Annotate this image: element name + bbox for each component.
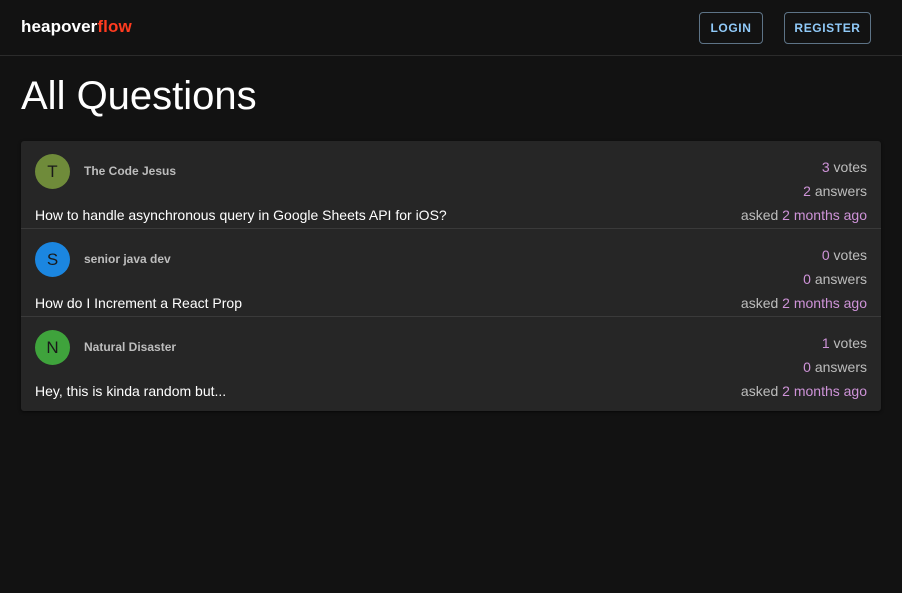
asked-relative-time: 2 months ago bbox=[782, 295, 867, 311]
question-title[interactable]: Hey, this is kinda random but... bbox=[35, 383, 226, 399]
vote-number: 0 bbox=[821, 247, 830, 263]
answer-label: answers bbox=[814, 359, 867, 375]
question-item[interactable]: N Natural Disaster Hey, this is kinda ra… bbox=[21, 317, 881, 411]
asked-prefix: asked bbox=[740, 295, 779, 311]
question-list: T The Code Jesus How to handle asynchron… bbox=[21, 141, 881, 411]
avatar: N bbox=[35, 330, 70, 365]
page-title: All Questions bbox=[21, 74, 257, 118]
asked-time: asked 2 months ago bbox=[741, 383, 867, 399]
question-author[interactable]: The Code Jesus bbox=[84, 164, 176, 178]
answer-count: 0 answers bbox=[803, 271, 867, 287]
question-author[interactable]: senior java dev bbox=[84, 252, 171, 266]
brand-text-accent: flow bbox=[97, 17, 132, 36]
brand-text-primary: heapover bbox=[21, 17, 98, 36]
answer-count: 0 answers bbox=[803, 359, 867, 375]
avatar: T bbox=[35, 154, 70, 189]
question-author[interactable]: Natural Disaster bbox=[84, 340, 176, 354]
vote-number: 1 bbox=[821, 335, 830, 351]
vote-label: votes bbox=[833, 159, 867, 175]
vote-number: 3 bbox=[821, 159, 830, 175]
answer-number: 2 bbox=[803, 183, 811, 199]
asked-prefix: asked bbox=[740, 383, 779, 399]
question-title[interactable]: How to handle asynchronous query in Goog… bbox=[35, 207, 447, 223]
asked-time: asked 2 months ago bbox=[741, 207, 867, 223]
vote-label: votes bbox=[833, 247, 867, 263]
answer-label: answers bbox=[814, 271, 867, 287]
asked-time: asked 2 months ago bbox=[741, 295, 867, 311]
vote-count: 1 votes bbox=[822, 335, 867, 351]
asked-relative-time: 2 months ago bbox=[782, 383, 867, 399]
brand-logo[interactable]: heapoverflow bbox=[21, 17, 132, 37]
question-title[interactable]: How do I Increment a React Prop bbox=[35, 295, 242, 311]
login-button[interactable]: LOGIN bbox=[699, 12, 763, 44]
vote-count: 3 votes bbox=[822, 159, 867, 175]
vote-count: 0 votes bbox=[822, 247, 867, 263]
answer-number: 0 bbox=[803, 359, 811, 375]
avatar: S bbox=[35, 242, 70, 277]
vote-label: votes bbox=[833, 335, 867, 351]
app-bar: heapoverflow LOGIN REGISTER bbox=[0, 0, 902, 56]
answer-label: answers bbox=[814, 183, 867, 199]
answer-number: 0 bbox=[803, 271, 811, 287]
answer-count: 2 answers bbox=[803, 183, 867, 199]
asked-relative-time: 2 months ago bbox=[782, 207, 867, 223]
question-item[interactable]: S senior java dev How do I Increment a R… bbox=[21, 229, 881, 317]
register-button[interactable]: REGISTER bbox=[784, 12, 871, 44]
asked-prefix: asked bbox=[740, 207, 779, 223]
question-item[interactable]: T The Code Jesus How to handle asynchron… bbox=[21, 141, 881, 229]
